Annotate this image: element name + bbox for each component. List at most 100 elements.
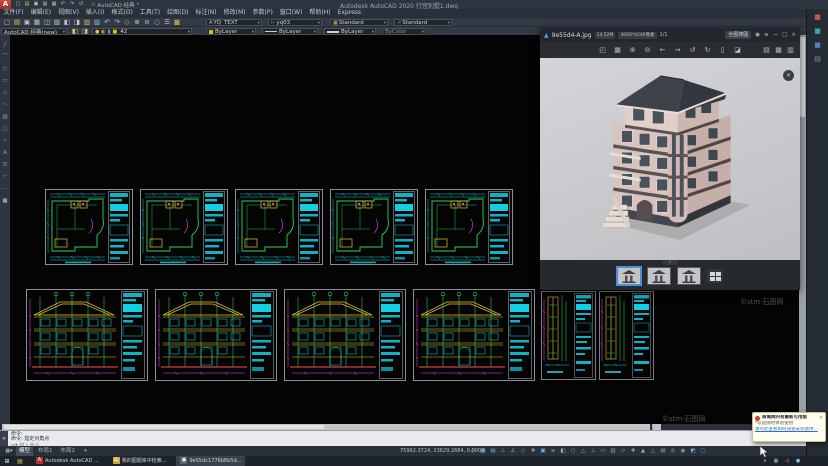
zoom-out-icon[interactable]: ⊖ (643, 42, 652, 58)
grid-display-icon[interactable]: ▤ (488, 446, 498, 456)
redo-icon[interactable]: ↷ (68, 0, 76, 9)
fit-screen-icon[interactable]: ◰ (598, 42, 607, 58)
layer-states-icon[interactable]: ◨ (80, 27, 90, 36)
transparency-icon[interactable]: ◧ (558, 446, 568, 456)
menu-item-0[interactable]: 文件(F) (0, 9, 27, 17)
grid-view-icon[interactable]: ▦ (774, 42, 783, 58)
menu-item-12[interactable]: Express (334, 9, 364, 17)
image-close-button[interactable]: × (783, 70, 794, 81)
plot-icon[interactable]: ▦ (50, 0, 58, 9)
menu-item-9[interactable]: 参数(P) (249, 9, 276, 17)
taskbar-task-1[interactable]: ▤我的图题库中检索... (109, 456, 171, 466)
dynamic-input-icon[interactable]: ▭ (598, 446, 608, 456)
measure-icon[interactable]: ⋯ (0, 183, 10, 195)
floor-plan-sheet-1[interactable] (45, 189, 133, 269)
annotation-visibility-icon[interactable]: ▲ (638, 446, 648, 456)
snap-mode-icon[interactable]: ▦ (478, 446, 488, 456)
ortho-mode-icon[interactable]: ⊥ (498, 446, 508, 456)
polygon-icon[interactable]: ◇ (0, 87, 10, 99)
linetype-combo[interactable]: ByLayer▾ (262, 28, 318, 35)
annotation-monitor-icon[interactable]: ◉ (678, 446, 688, 456)
annotation-scale-icon[interactable]: ▤ (658, 446, 668, 456)
viewer-title-bar[interactable]: ▲ 9e55d4-A.jpg 14.52M 3000*4246像素 1/1 全图… (540, 28, 800, 42)
erase-icon[interactable]: ■ (0, 195, 10, 207)
arc-icon[interactable]: ⌒ (0, 51, 10, 63)
polar-tracking-icon[interactable]: ∠ (508, 446, 518, 456)
menu-item-7[interactable]: 标注(N) (192, 9, 220, 17)
menu-item-4[interactable]: 格式(O) (108, 9, 136, 17)
layout-grid-icon[interactable]: ▦▾ (4, 447, 14, 456)
tray-message-icon[interactable]: ● (794, 456, 802, 466)
elevation-sheet-2[interactable] (155, 289, 277, 385)
panel-icon-blue[interactable]: ■ (813, 41, 823, 50)
new-layout-button[interactable]: + (80, 447, 91, 456)
copy-image-icon[interactable]: ◪ (733, 42, 742, 58)
mleader-style-combo[interactable]: ↗ Standard▾ (394, 19, 452, 26)
viewer-search-button[interactable]: 全图搜图 (725, 31, 751, 39)
autocad-logo-icon[interactable]: A (0, 0, 11, 9)
quick-properties-icon[interactable]: ▥ (608, 446, 618, 456)
next-image-icon[interactable]: → (673, 42, 682, 58)
tray-volume-icon[interactable]: ◁ (783, 456, 791, 466)
circle-icon[interactable]: ○ (0, 63, 10, 75)
start-button[interactable]: ⊞ (0, 458, 14, 465)
floor-plan-sheet-4[interactable] (330, 189, 418, 269)
hatch-icon[interactable]: ▨ (0, 111, 10, 123)
viewer-account-icon[interactable]: ◉ (755, 32, 760, 38)
viewer-close-button[interactable]: × (791, 32, 796, 38)
menu-item-1[interactable]: 编辑(E) (27, 9, 54, 17)
elevation-sheet-3[interactable] (284, 289, 406, 385)
selection-filtering-icon[interactable]: ▱ (618, 446, 628, 456)
viewer-menu-icon[interactable]: ≡ (764, 32, 769, 38)
save-icon[interactable]: ▣ (32, 0, 40, 9)
actual-size-icon[interactable]: ▦ (613, 42, 622, 58)
command-line-window[interactable]: ✚ 命令:命令: 指定对角点 ▭▾ 键入命令 (0, 430, 828, 446)
plot-style-combo[interactable]: ByColor▾ (382, 28, 426, 35)
workspace-combo[interactable]: AutoCAD 经典(new)▾ (1, 28, 67, 35)
panel-icon-teal[interactable]: ■ (813, 27, 823, 36)
floor-plan-sheet-5[interactable] (425, 189, 513, 269)
workspace-quick-switch[interactable]: ⊙ AutoCAD 经典 ▾ (91, 1, 139, 9)
list-view-icon[interactable]: ▤ (762, 42, 771, 58)
notification-balloon[interactable]: 局域网内有最新可用版 × *欢迎随时体验使用 请点此查看如何快速安装使用... (752, 412, 826, 442)
vertical-scrollbar[interactable] (799, 35, 806, 424)
object-snap-tracking-icon[interactable]: ✚ (528, 446, 538, 456)
elevation-sheet-4[interactable] (413, 289, 535, 385)
elevation-sheet-1[interactable] (26, 289, 148, 385)
vertical-scrollbar-thumb[interactable] (800, 37, 805, 117)
viewer-image-area[interactable]: × (540, 58, 800, 260)
dim-style-combo[interactable]: ⊢ yq03▾ (268, 19, 322, 26)
image-thumbnail-1[interactable] (617, 267, 641, 285)
3d-object-snap-icon[interactable]: △ (578, 446, 588, 456)
previous-image-icon[interactable]: ← (658, 42, 667, 58)
tab-layout2[interactable]: 布局2 (58, 447, 79, 456)
text-icon[interactable]: A (0, 147, 10, 159)
menu-item-3[interactable]: 插入(I) (82, 9, 107, 17)
rotate-left-icon[interactable]: ↺ (688, 42, 697, 58)
notification-link[interactable]: 请点此查看如何快速安装使用... (755, 427, 823, 433)
selection-cycling-icon[interactable]: ○ (568, 446, 578, 456)
lineweight-combo[interactable]: ByLayer▾ (324, 28, 376, 35)
refresh-icon[interactable]: ↺ (77, 0, 85, 9)
tab-model[interactable]: 模型 (16, 447, 33, 456)
menu-item-2[interactable]: 视图(V) (55, 9, 83, 17)
layer-combo[interactable]: ●◐▮■ 42▾ (92, 28, 192, 35)
menu-item-5[interactable]: 工具(T) (136, 9, 163, 17)
floor-plan-sheet-2[interactable] (140, 189, 228, 269)
point-icon[interactable]: • (0, 135, 10, 147)
viewer-maximize-button[interactable]: □ (782, 32, 787, 38)
isometric-drafting-icon[interactable]: ◇ (518, 446, 528, 456)
text-style-combo[interactable]: A YQ_TEXT▾ (206, 19, 262, 26)
object-snap-icon[interactable]: ▣ (538, 446, 548, 456)
rotate-right-icon[interactable]: ↻ (703, 42, 712, 58)
zoom-in-icon[interactable]: ⊕ (628, 42, 637, 58)
new-file-icon[interactable]: ▢ (14, 0, 22, 9)
menu-item-8[interactable]: 修改(M) (220, 9, 249, 17)
strip-collapse-handle[interactable]: ∨ (662, 260, 678, 265)
image-thumbnail-2[interactable] (647, 267, 671, 285)
layer-properties-icon[interactable]: ◧ (70, 27, 80, 36)
open-folder-icon[interactable]: ▤ (23, 0, 31, 9)
line-icon[interactable]: ╱ (0, 39, 10, 51)
workspace-switching-icon[interactable]: ◎ (668, 446, 678, 456)
viewer-minimize-button[interactable]: — (773, 32, 779, 38)
